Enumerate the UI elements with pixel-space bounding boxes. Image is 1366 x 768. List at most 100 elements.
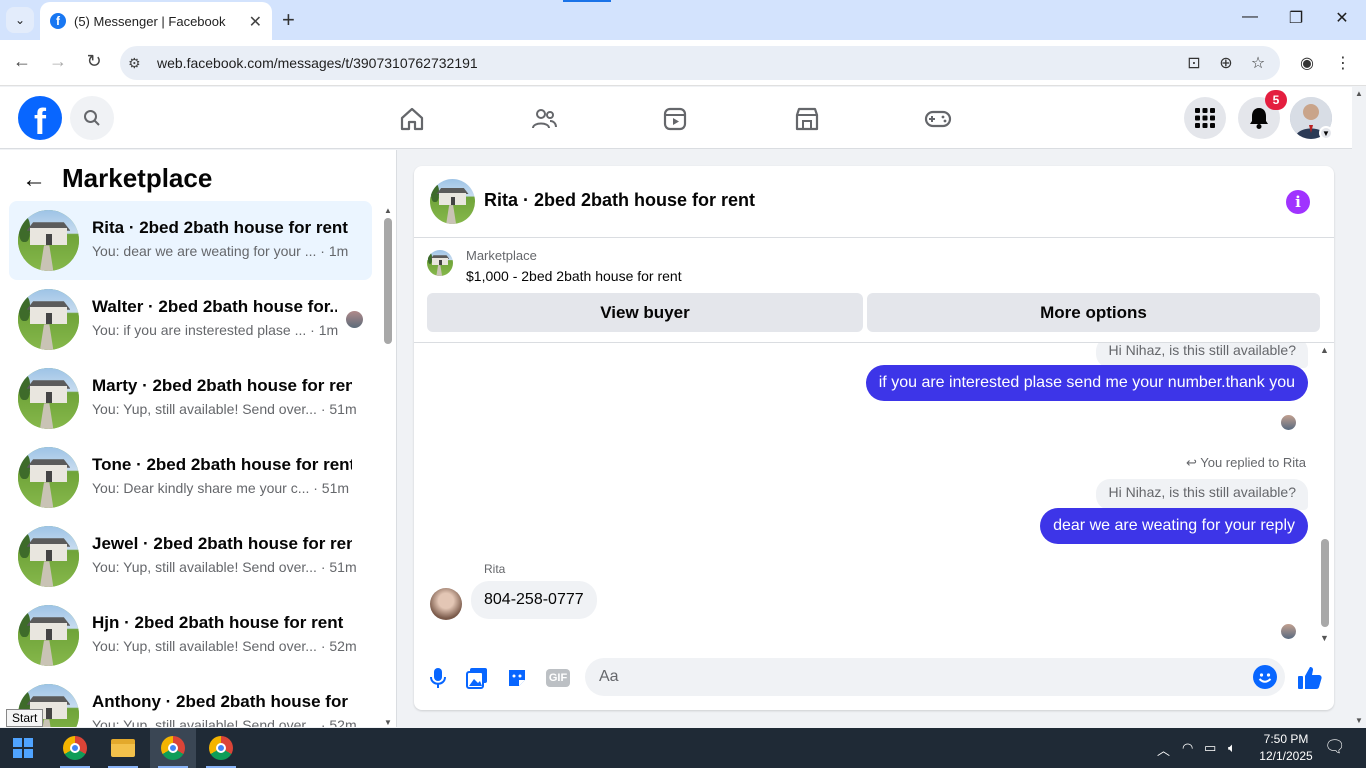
install-app-icon[interactable]: ⊡ [1183, 53, 1205, 73]
conversation-snippet: You: dear we are weating for your ... · … [92, 243, 349, 259]
battery-icon[interactable]: ▭ [1204, 740, 1216, 756]
sender-name: Rita [484, 562, 506, 576]
list-item[interactable]: Rita · 2bed 2bath house for rent You: de… [9, 201, 372, 280]
message-input[interactable] [585, 658, 1235, 696]
info-icon[interactable]: i [1286, 190, 1310, 214]
home-icon[interactable] [397, 104, 427, 134]
wifi-icon[interactable]: ◠ [1182, 740, 1193, 756]
conversation-snippet: You: Yup, still available! Send over... … [92, 401, 357, 417]
photo-icon[interactable] [465, 666, 489, 690]
scroll-up-icon[interactable]: ▲ [384, 206, 392, 215]
conversation-name: Jewel · 2bed 2bath house for rent [92, 534, 352, 553]
system-clock[interactable]: 7:50 PM 12/1/2025 [1254, 731, 1318, 765]
back-arrow-icon[interactable]: ← [22, 166, 46, 194]
listing-thumbnail [18, 210, 79, 271]
list-item[interactable]: Marty · 2bed 2bath house for rent You: Y… [9, 359, 372, 438]
chat-listing-thumbnail[interactable] [430, 179, 475, 224]
facebook-logo-icon[interactable]: f [18, 96, 62, 140]
seen-avatar [1281, 415, 1296, 430]
outgoing-message[interactable]: if you are interested plase send me your… [865, 365, 1308, 401]
reply-arrow-icon: ↩ [1185, 455, 1201, 470]
address-bar[interactable]: web.facebook.com/messages/t/390731076273… [120, 46, 1280, 80]
friends-icon[interactable] [529, 104, 559, 134]
chrome-taskbar-icon[interactable] [52, 728, 98, 768]
microphone-icon[interactable] [426, 666, 450, 690]
gaming-icon[interactable] [923, 104, 953, 134]
notification-center-icon[interactable]: 🗨︎ [1324, 737, 1346, 757]
start-tooltip: Start [6, 709, 44, 727]
listing-thumbnail [18, 289, 79, 350]
outgoing-message[interactable]: dear we are weating for your reply [1040, 508, 1308, 544]
listing-thumbnail [18, 447, 79, 508]
emoji-icon[interactable] [1253, 665, 1277, 689]
conversation-snippet: You: if you are insterested plase ... · … [92, 322, 339, 338]
zoom-icon[interactable]: ⊕ [1215, 53, 1237, 73]
browser-tabbar: ⌄ f (5) Messenger | Facebook ✕ + — ❐ ✕ [0, 0, 1366, 40]
menu-grid-icon[interactable] [1184, 97, 1226, 139]
restore-icon[interactable]: ❐ [1276, 8, 1316, 28]
conversation-list-scrollbar[interactable]: ▲ ▼ [381, 206, 395, 727]
chrome-profile-taskbar-icon[interactable] [150, 728, 196, 768]
page-scrollbar[interactable]: ▲ ▼ [1352, 87, 1366, 727]
facebook-favicon-icon: f [50, 13, 66, 29]
chat-title[interactable]: Rita · 2bed 2bath house for rent [484, 190, 755, 211]
tab-indicator [563, 0, 611, 2]
sticker-icon[interactable] [505, 666, 529, 690]
marketplace-icon[interactable] [792, 104, 822, 134]
scroll-up-icon[interactable]: ▲ [1355, 89, 1363, 98]
close-window-icon[interactable]: ✕ [1322, 8, 1362, 28]
new-tab-icon[interactable]: + [282, 7, 295, 33]
scroll-down-icon[interactable]: ▼ [1320, 633, 1329, 643]
list-item[interactable]: Jewel · 2bed 2bath house for rent You: Y… [9, 517, 372, 596]
sender-avatar[interactable] [430, 588, 462, 620]
message-scrollbar[interactable]: ▲ ▼ [1318, 343, 1332, 643]
list-item[interactable]: Anthony · 2bed 2bath house for ... You: … [9, 675, 372, 727]
listing-price[interactable]: $1,000 - 2bed 2bath house for rent [466, 268, 682, 284]
replied-to-text: You replied to Rita [1200, 455, 1306, 470]
minimize-icon[interactable]: — [1230, 8, 1270, 26]
windows-start-icon[interactable] [0, 728, 46, 768]
volume-icon[interactable]: 🔈︎ [1228, 740, 1236, 756]
scroll-down-icon[interactable]: ▼ [384, 718, 392, 727]
more-options-button[interactable]: More options [867, 293, 1320, 332]
search-icon[interactable] [70, 96, 114, 140]
browser-toolbar: ← → ↻ web.facebook.com/messages/t/390731… [0, 40, 1366, 86]
listing-thumbnail [18, 526, 79, 587]
menu-kebab-icon[interactable]: ⋮ [1332, 53, 1354, 73]
incoming-message[interactable]: 804-258-0777 [471, 581, 597, 619]
notification-badge: 5 [1265, 90, 1287, 110]
like-thumbs-up-icon[interactable] [1296, 664, 1324, 692]
conversation-name: Hjn · 2bed 2bath house for rent [92, 613, 344, 632]
marketplace-label: Marketplace [466, 248, 537, 263]
chrome-profile2-taskbar-icon[interactable] [198, 728, 244, 768]
scrollbar-thumb[interactable] [384, 218, 392, 344]
video-icon[interactable] [660, 104, 690, 134]
list-item[interactable]: Tone · 2bed 2bath house for rent You: De… [9, 438, 372, 517]
bookmark-star-icon[interactable]: ☆ [1247, 53, 1269, 73]
site-info-icon[interactable]: ⚙ [128, 55, 141, 72]
tab-close-icon[interactable]: ✕ [249, 12, 262, 32]
url-text: web.facebook.com/messages/t/390731076273… [157, 55, 478, 71]
seen-avatar [1281, 624, 1296, 639]
message-thread: Hi Nihaz, is this still available? if yo… [414, 343, 1334, 643]
replied-to-label: ↩ You replied to Rita [1186, 455, 1306, 471]
quoted-message[interactable]: Hi Nihaz, is this still available? [1096, 479, 1308, 510]
profile-icon[interactable]: ◉ [1296, 53, 1318, 73]
back-icon[interactable]: ← [10, 51, 34, 72]
scroll-down-icon[interactable]: ▼ [1355, 716, 1363, 725]
tab-search-icon[interactable]: ⌄ [6, 7, 34, 33]
marketplace-conversation-list: ← Marketplace Rita · 2bed 2bath house fo… [0, 150, 397, 727]
forward-icon[interactable]: → [46, 51, 70, 72]
reload-icon[interactable]: ↻ [82, 51, 106, 72]
file-explorer-icon[interactable] [100, 728, 146, 768]
list-item[interactable]: Hjn · 2bed 2bath house for rent You: Yup… [9, 596, 372, 675]
tray-chevron-up-icon[interactable]: ︿ [1157, 740, 1170, 759]
browser-tab[interactable]: f (5) Messenger | Facebook ✕ [40, 2, 272, 40]
scrollbar-thumb[interactable] [1321, 539, 1329, 627]
view-buyer-button[interactable]: View buyer [427, 293, 863, 332]
conversation-snippet: You: Yup, still available! Send over... … [92, 638, 357, 654]
gif-icon[interactable]: GIF [545, 666, 571, 690]
scroll-up-icon[interactable]: ▲ [1320, 345, 1329, 355]
list-item[interactable]: Walter · 2bed 2bath house for... You: if… [9, 280, 372, 359]
account-chevron-down-icon[interactable]: ▼ [1319, 126, 1333, 140]
